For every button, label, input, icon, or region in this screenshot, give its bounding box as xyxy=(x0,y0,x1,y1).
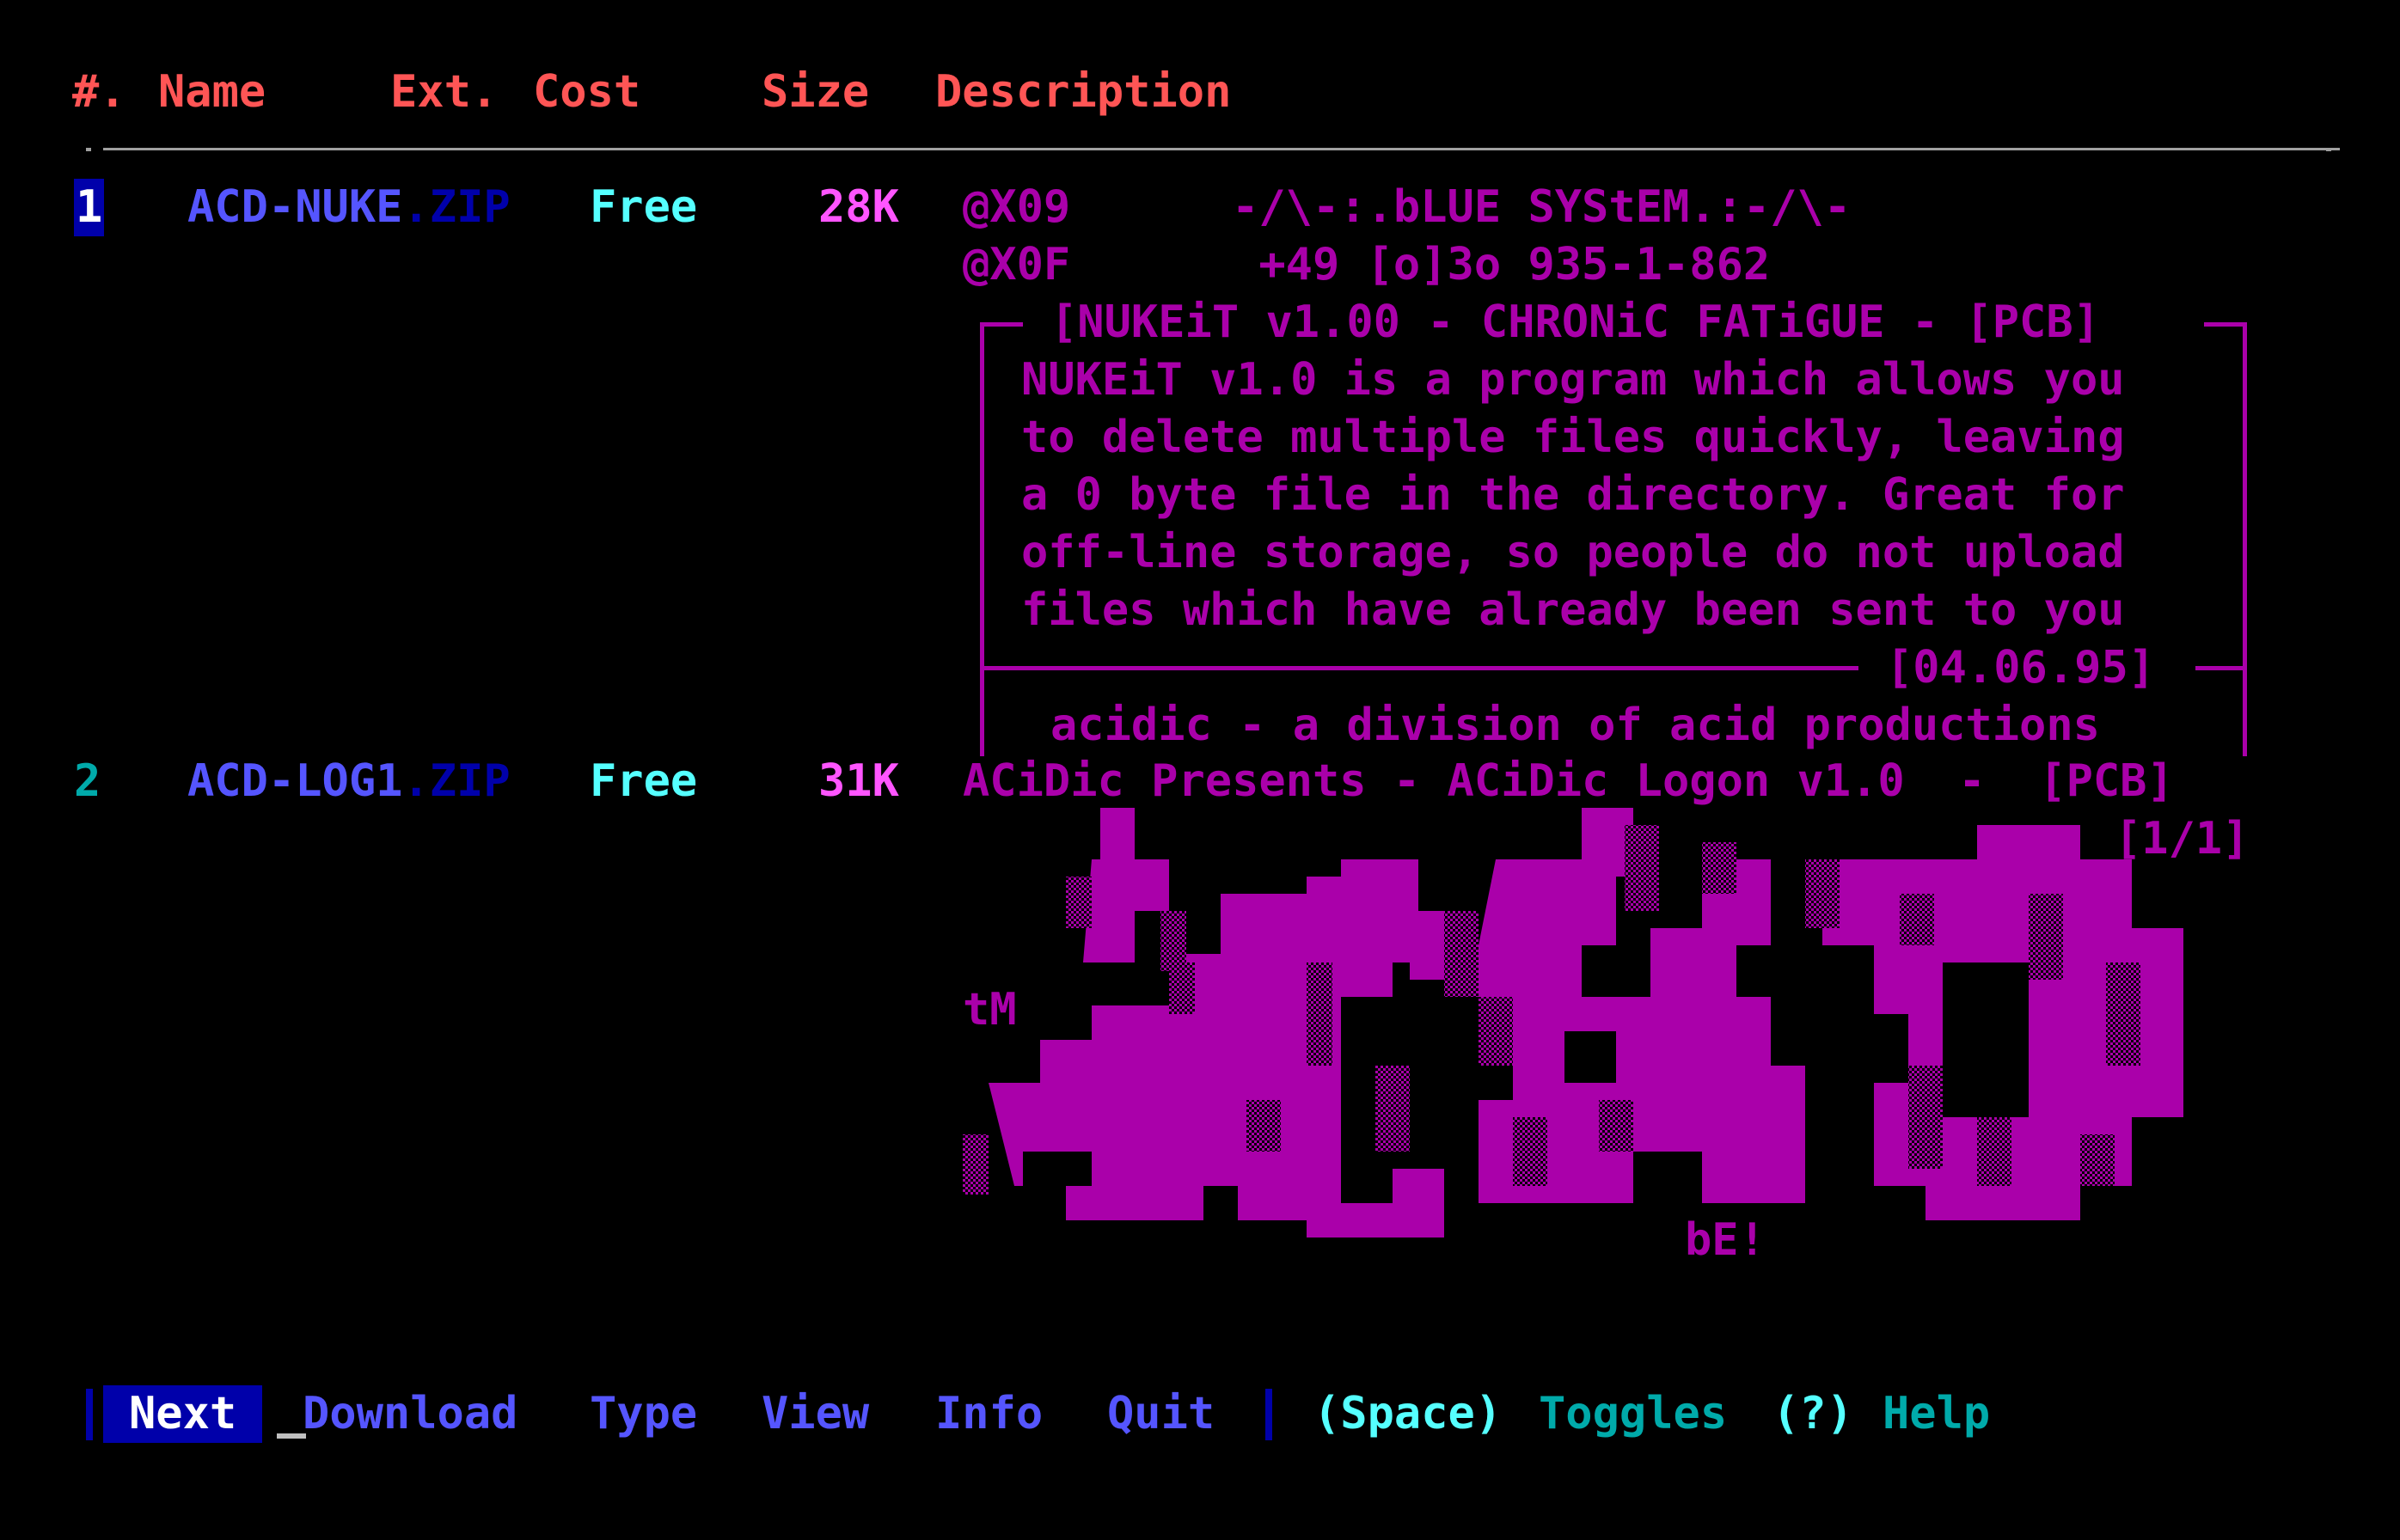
quit-button[interactable]: Quit xyxy=(1107,1385,1215,1443)
file-name[interactable]: ACD-LOG1.ZIP xyxy=(187,753,511,810)
space-key: (Space) xyxy=(1313,1388,1503,1439)
art-tag: bE! xyxy=(1685,1214,1766,1266)
type-button[interactable]: Type xyxy=(590,1385,697,1443)
box-footer: acidic - a division of acid productions xyxy=(1050,700,2100,751)
box-text-line: to delete multiple files quickly, leavin… xyxy=(1021,412,2125,463)
box-text-line: a 0 byte file in the directory. Great fo… xyxy=(1021,469,2125,521)
header-divider-end-right xyxy=(2326,148,2331,151)
box-title: [NUKEiT v1.00 - CHRONiC FATiGUE - [PCB] xyxy=(1050,296,2100,348)
file-basename: ACD-LOG1 xyxy=(187,755,403,807)
box-top-right xyxy=(2204,322,2247,327)
file-number-selected[interactable]: 1 xyxy=(74,179,105,236)
description-line: @X09 -/\-:.bLUE SYStEM.:-/\- xyxy=(963,181,1852,233)
box-date: [04.06.95] xyxy=(1886,642,2156,694)
box-left-edge xyxy=(980,322,984,756)
text-cursor xyxy=(277,1433,306,1439)
column-header-size: Size xyxy=(762,66,870,118)
column-header-cost: Cost xyxy=(533,66,641,118)
file-size: 28K xyxy=(818,181,899,233)
art-tag: tM xyxy=(963,984,1017,1036)
box-divider xyxy=(980,666,1858,670)
file-cost: Free xyxy=(590,755,698,807)
help-label[interactable]: Help xyxy=(1883,1385,1990,1443)
box-right-edge xyxy=(2243,322,2247,756)
file-number[interactable]: 2 xyxy=(74,753,101,810)
description-line: ACiDic Presents - ACiDic Logon v1.0 - [P… xyxy=(963,755,2174,807)
download-button[interactable]: Download xyxy=(303,1385,517,1443)
column-header-number: #. xyxy=(72,66,126,118)
description-line: @X0F +49 [o]3o 935-1-862 xyxy=(963,239,1771,290)
file-extension: .ZIP xyxy=(402,755,511,807)
menu-separator-left xyxy=(86,1389,93,1440)
menu-separator-right xyxy=(1265,1389,1272,1440)
file-extension: .ZIP xyxy=(402,181,511,233)
header-divider xyxy=(103,148,2340,150)
file-size: 31K xyxy=(818,755,899,807)
ansi-art-logo xyxy=(963,808,2183,1238)
info-button[interactable]: Info xyxy=(935,1385,1043,1443)
box-text-line: NUKEiT v1.0 is a program which allows yo… xyxy=(1021,354,2125,406)
toggles-label[interactable]: Toggles xyxy=(1539,1385,1727,1443)
help-key: (?) xyxy=(1772,1388,1853,1439)
file-name[interactable]: ACD-NUKE.ZIP xyxy=(187,179,511,236)
column-header-name: Name xyxy=(158,66,266,118)
file-cost: Free xyxy=(590,181,698,233)
file-basename: ACD-NUKE xyxy=(187,181,403,233)
box-top-left xyxy=(980,322,1023,327)
box-text-line: files which have already been sent to yo… xyxy=(1021,584,2125,636)
column-header-description: Description xyxy=(935,66,1232,118)
next-button[interactable]: Next xyxy=(103,1385,263,1443)
header-divider-end-left xyxy=(86,148,91,151)
column-header-ext: Ext. xyxy=(390,66,499,118)
box-text-line: off-line storage, so people do not uploa… xyxy=(1021,527,2125,578)
view-button[interactable]: View xyxy=(762,1385,869,1443)
box-divider-right xyxy=(2195,666,2247,670)
